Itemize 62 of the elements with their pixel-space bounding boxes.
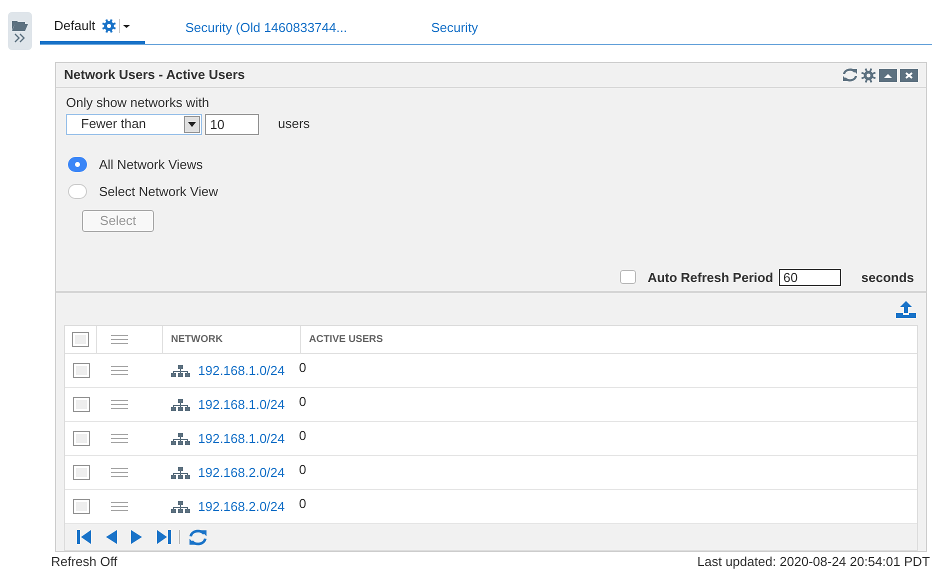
network-link[interactable]: 192.168.1.0/24 <box>198 360 285 380</box>
caret-icon <box>188 122 196 127</box>
radio-label: Select Network View <box>99 183 218 202</box>
refresh-status: Refresh Off <box>51 554 118 569</box>
folder-icon <box>12 20 28 30</box>
menu-icon[interactable] <box>111 400 128 409</box>
count-field[interactable]: 10 <box>205 114 259 135</box>
refresh-icon[interactable] <box>188 528 208 546</box>
upload-icon[interactable] <box>896 300 916 318</box>
radio-label: All Network Views <box>99 156 203 174</box>
row-checkbox[interactable] <box>72 397 90 412</box>
select-all-checkbox[interactable] <box>72 332 89 347</box>
previous-page-icon[interactable] <box>105 530 117 544</box>
sidebar-toggle[interactable] <box>8 12 32 50</box>
menu-icon[interactable] <box>111 335 128 344</box>
double-chevron-icon <box>14 32 26 42</box>
menu-icon[interactable] <box>111 366 128 375</box>
refresh-icon[interactable] <box>842 68 858 82</box>
table-cell-text: 0 <box>299 460 306 479</box>
collapse-icon[interactable] <box>879 68 897 82</box>
row-checkbox[interactable] <box>72 499 90 514</box>
network-icon <box>171 364 190 376</box>
network-icon <box>171 500 190 512</box>
network-link[interactable]: 192.168.2.0/24 <box>198 496 285 516</box>
tab[interactable]: Security <box>417 11 492 44</box>
network-icon <box>171 466 190 478</box>
row-checkbox[interactable] <box>72 363 90 378</box>
tab[interactable]: Security (Old 1460833744... <box>171 11 362 44</box>
menu-icon[interactable] <box>111 502 128 511</box>
network-icon <box>171 398 190 410</box>
network-link[interactable]: 192.168.1.0/24 <box>198 428 285 448</box>
menu-icon[interactable] <box>111 434 128 443</box>
auto-refresh-label: Auto Refresh Period <box>648 268 774 287</box>
operator-dropdown[interactable]: Fewer than <box>66 114 202 135</box>
seconds-label: seconds <box>861 268 914 287</box>
row-checkbox[interactable] <box>72 431 90 446</box>
period-field[interactable]: 60 <box>779 268 842 286</box>
gear-icon[interactable] <box>861 68 876 83</box>
table-cell-text: 0 <box>299 358 306 377</box>
panel-title: Network Users - Active Users <box>64 66 245 84</box>
radio-button[interactable] <box>68 184 87 200</box>
row-checkbox[interactable] <box>72 465 90 480</box>
radio-button[interactable] <box>68 156 87 172</box>
menu-icon[interactable] <box>111 468 128 477</box>
column-header[interactable]: NETWORK <box>163 326 301 353</box>
table-cell-text: 0 <box>299 494 306 513</box>
first-page-icon[interactable] <box>77 530 91 544</box>
table-cell-text: 0 <box>299 392 306 411</box>
close-icon[interactable] <box>900 68 918 82</box>
last-updated-text: Last updated: 2020-08-24 20:54:01 PDT <box>697 554 930 569</box>
last-page-icon[interactable] <box>157 530 171 544</box>
tab[interactable]: Default <box>40 11 146 44</box>
network-icon <box>171 432 190 444</box>
column-header[interactable]: ACTIVE USERS <box>301 326 917 353</box>
network-link[interactable]: 192.168.1.0/24 <box>198 394 285 414</box>
gear-dropdown-icon[interactable] <box>101 19 132 33</box>
table-cell-text: 0 <box>299 426 306 445</box>
auto-refresh-checkbox[interactable] <box>620 270 636 284</box>
network-link[interactable]: 192.168.2.0/24 <box>198 462 285 482</box>
next-page-icon[interactable] <box>131 530 143 544</box>
filter-label: Only show networks with <box>66 94 210 112</box>
unit-label: users <box>278 115 310 134</box>
